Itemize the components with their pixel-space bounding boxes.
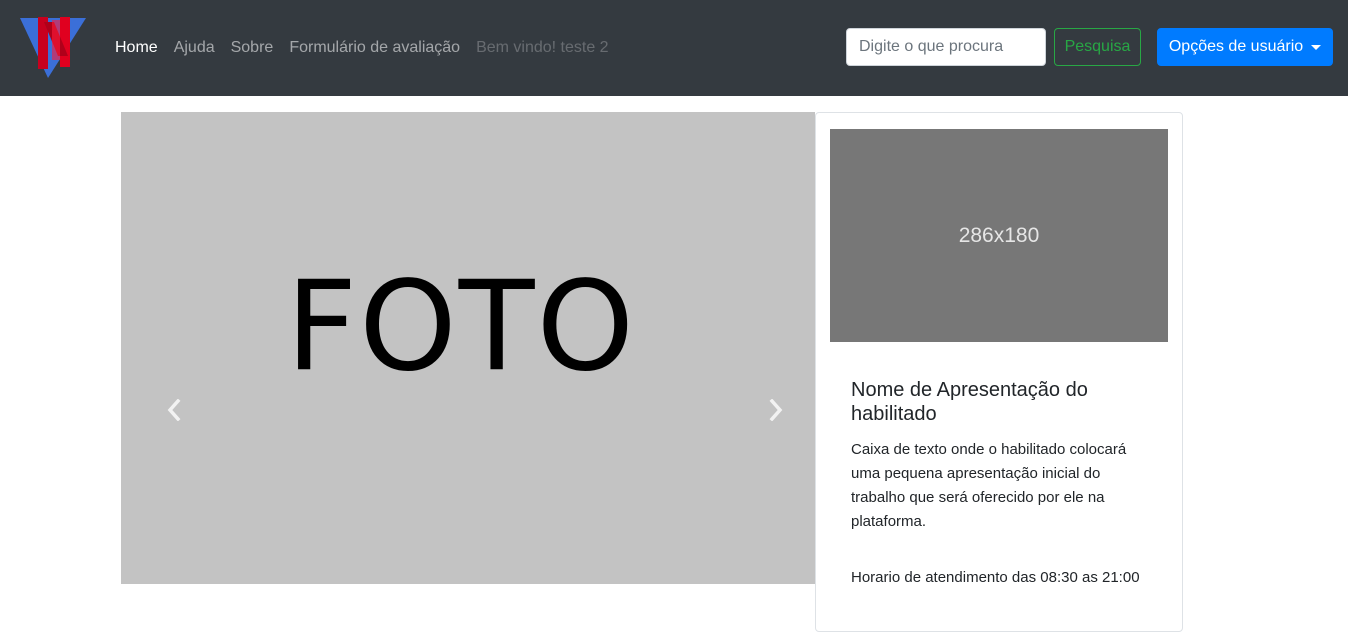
user-options-dropdown[interactable]: Opções de usuário [1157,28,1333,66]
card-description: Caixa de texto onde o habilitado colocar… [851,441,1127,530]
navbar: Home Ajuda Sobre Formulário de avaliação… [0,0,1348,96]
nav-link-ajuda[interactable]: Ajuda [174,38,215,58]
caret-down-icon [1311,44,1322,50]
card-title: Nome de Apresentação do habilitado [851,379,1088,425]
chevron-left-icon [167,399,181,421]
slide-text: FOTO [285,255,637,399]
nav-link-home[interactable]: Home [115,38,158,58]
carousel-prev-button[interactable] [159,388,189,432]
profile-card: 286x180 Nome de Apresentação do habilita… [815,112,1183,632]
search-input[interactable] [846,28,1046,66]
nav-link-formulario[interactable]: Formulário de avaliação [289,38,460,58]
nav-links: Home Ajuda Sobre Formulário de avaliação… [115,38,625,58]
brand-logo-icon[interactable] [18,16,88,80]
welcome-text: Bem vindo! teste 2 [476,39,609,56]
card-hours: Horario de atendimento das 08:30 as 21:0… [851,569,1140,586]
carousel-next-button[interactable] [761,388,791,432]
chevron-right-icon [769,399,783,421]
photo-carousel: FOTO [121,112,815,584]
card-image-placeholder: 286x180 [830,129,1168,342]
card-image-label: 286x180 [958,223,1040,247]
user-options-label: Opções de usuário [1168,38,1304,55]
search-button[interactable]: Pesquisa [1054,28,1141,66]
nav-link-sobre[interactable]: Sobre [231,38,274,58]
